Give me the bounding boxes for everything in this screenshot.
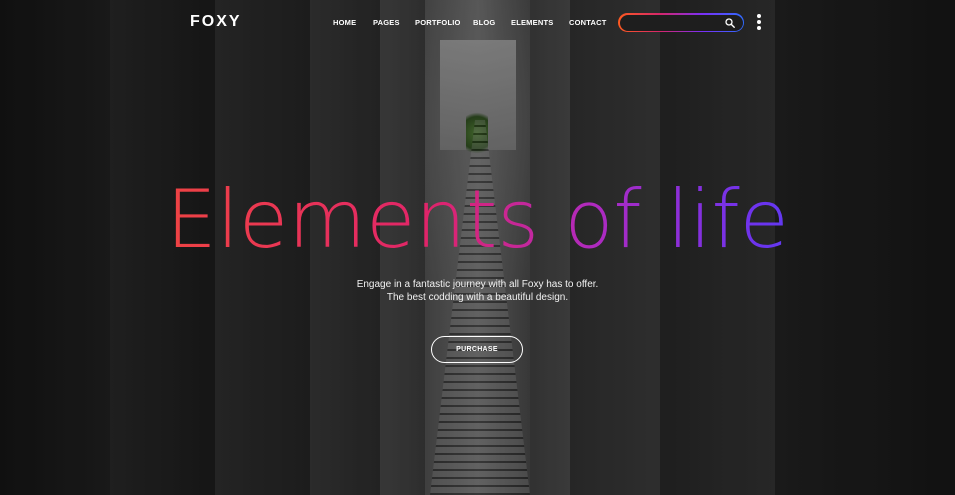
- hero-subtitle-line1: Engage in a fantastic journey with all F…: [356, 279, 599, 290]
- search-icon[interactable]: [724, 17, 735, 28]
- nav-item-blog[interactable]: BLOG: [473, 18, 495, 27]
- nav-item-portfolio[interactable]: PORTFOLIO: [415, 18, 461, 27]
- nav-item-pages[interactable]: PAGES: [373, 18, 400, 27]
- main-nav: HOME PAGES PORTFOLIO BLOG ELEMENTS CONTA…: [0, 18, 955, 32]
- hero-headline: Elements of life: [0, 180, 955, 260]
- search-box: [618, 13, 744, 32]
- nav-item-home[interactable]: HOME: [333, 18, 356, 27]
- dot: [757, 20, 761, 24]
- hero-subtitle-line2: The best codding with a beautiful design…: [386, 292, 569, 303]
- vertical-dots-icon[interactable]: [756, 14, 762, 31]
- search-input[interactable]: [627, 16, 723, 29]
- purchase-button[interactable]: PURCHASE: [431, 336, 523, 363]
- search-box-inner: [619, 14, 743, 31]
- dot: [757, 26, 761, 30]
- dot: [757, 14, 761, 18]
- nav-item-elements[interactable]: ELEMENTS: [511, 18, 553, 27]
- nav-item-contact[interactable]: CONTACT: [569, 18, 607, 27]
